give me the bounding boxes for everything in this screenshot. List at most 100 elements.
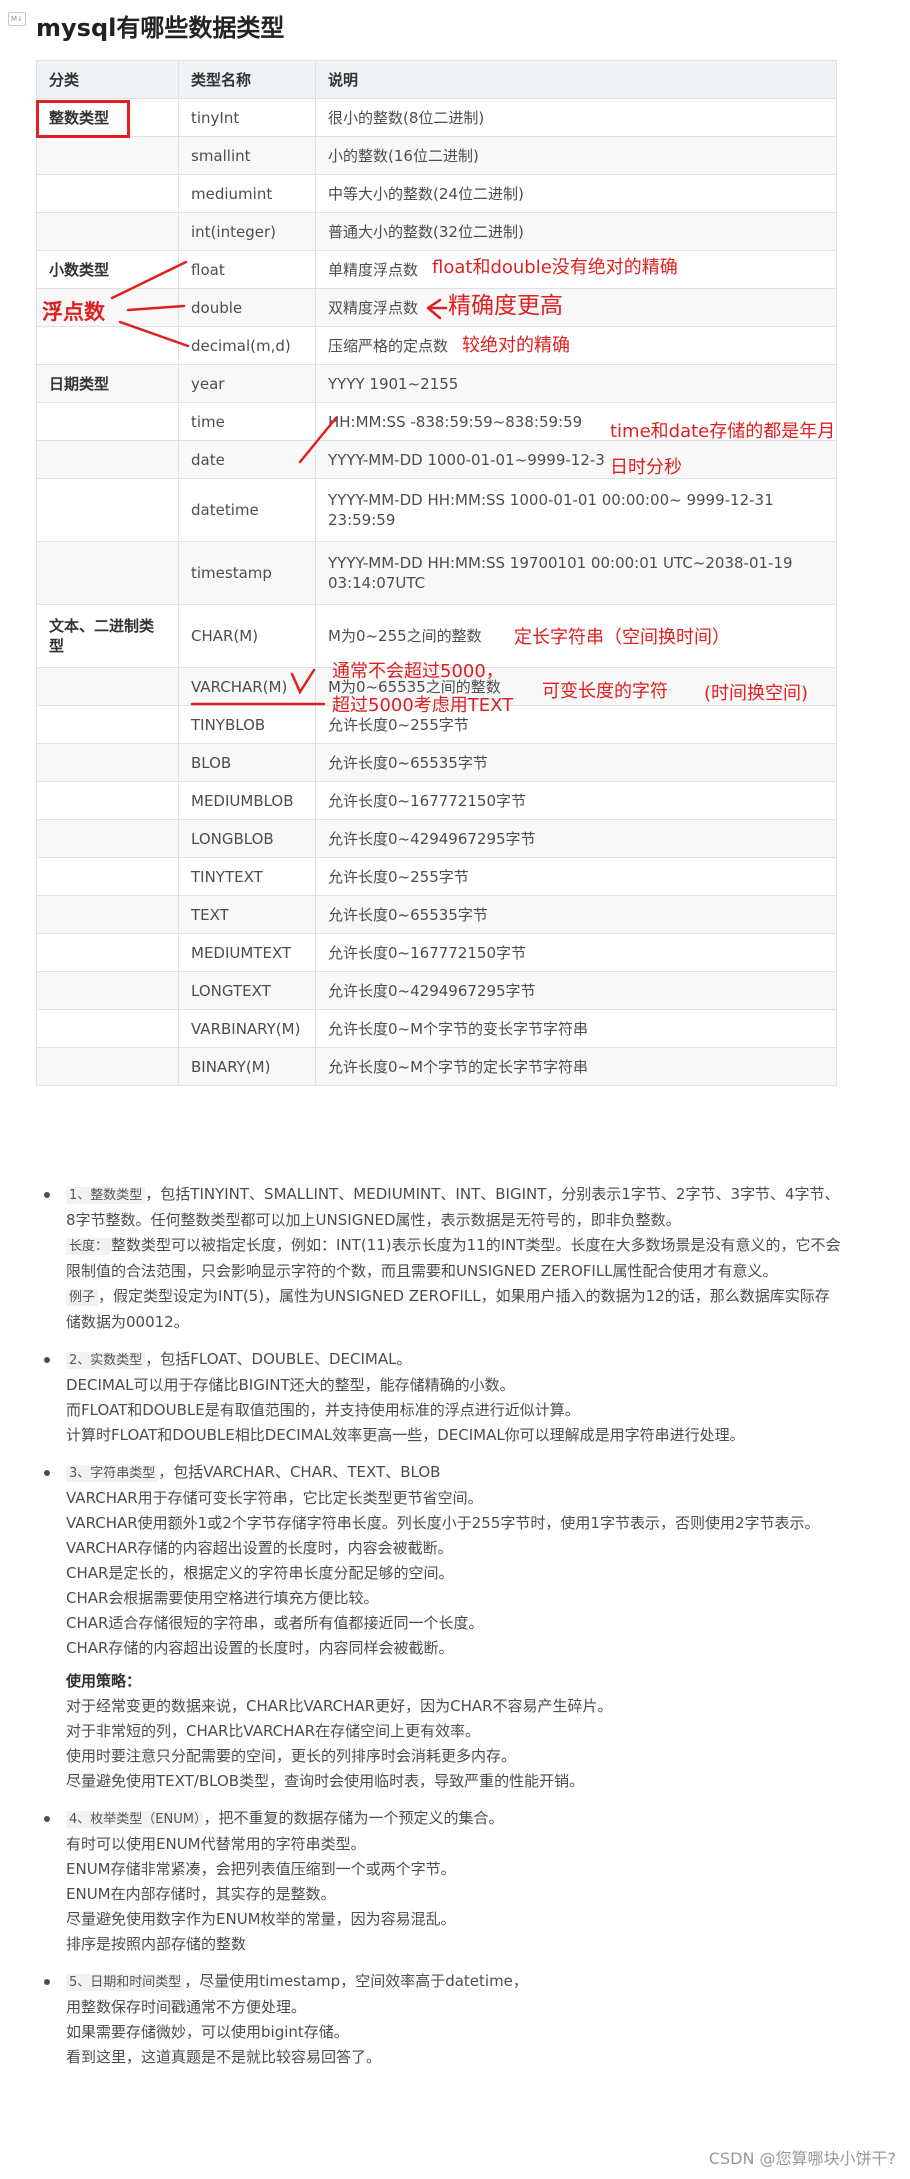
inline-code: 4、枚举类型（ENUM） bbox=[66, 1811, 204, 1828]
note-text: ，假定类型设定为INT(5)，属性为UNSIGNED ZEROFILL，如果用户… bbox=[66, 1287, 830, 1331]
row-type-name: VARBINARY(M) bbox=[178, 1009, 316, 1048]
row-category bbox=[36, 402, 179, 441]
inline-code: 5、日期和时间类型 bbox=[66, 1974, 185, 1991]
annotation-time-date-line1: time和date存储的都是年月 bbox=[610, 421, 836, 442]
annotation-float-double: float和double没有绝对的精确 bbox=[432, 257, 678, 278]
note-line: CHAR会根据需要使用空格进行填充方便比较。 bbox=[66, 1589, 379, 1607]
row-description: 允许长度0~167772150字节 bbox=[315, 933, 837, 972]
table-row: double 双精度浮点数 bbox=[36, 288, 837, 327]
row-description: 允许长度0~M个字节的定长字节字符串 bbox=[315, 1047, 837, 1086]
annotation-float-label: 浮点数 bbox=[42, 300, 105, 324]
note-text: ，尽量使用timestamp，空间效率高于datetime， bbox=[184, 1972, 528, 1990]
row-description: 压缩严格的定点数 bbox=[315, 326, 837, 365]
list-item: 2、实数类型 ，包括FLOAT、DOUBLE、DECIMAL。 DECIMAL可以… bbox=[44, 1347, 842, 1448]
row-type-name: tinyInt bbox=[178, 98, 316, 137]
list-item: 3、字符串类型 ，包括VARCHAR、CHAR、TEXT、BLOB VARCHAR… bbox=[44, 1460, 842, 1794]
annotation-time-date-line2: 日时分秒 bbox=[610, 457, 682, 478]
row-description: 允许长度0~M个字节的变长字节字符串 bbox=[315, 1009, 837, 1048]
table-row: BLOB 允许长度0~65535字节 bbox=[36, 743, 837, 782]
row-type-name: year bbox=[178, 364, 316, 403]
annotation-varchar-time-space: (时间换空间) bbox=[704, 683, 809, 704]
note-text: ，包括TINYINT、SMALLINT、MEDIUMINT、INT、BIGINT… bbox=[66, 1185, 840, 1229]
list-item: 1、整数类型 ，包括TINYINT、SMALLINT、MEDIUMINT、INT、… bbox=[44, 1182, 842, 1335]
row-category bbox=[36, 1009, 179, 1048]
row-category bbox=[36, 971, 179, 1010]
row-type-name: MEDIUMBLOB bbox=[178, 781, 316, 820]
row-description: 双精度浮点数 bbox=[315, 288, 837, 327]
table-header-row: 分类 类型名称 说明 bbox=[36, 60, 837, 99]
table-row: BINARY(M) 允许长度0~M个字节的定长字节字符串 bbox=[36, 1047, 837, 1086]
row-category bbox=[36, 819, 179, 858]
note-line: 排序是按照内部存储的整数 bbox=[66, 1935, 247, 1953]
note-line: 使用时要注意只分配需要的空间，更长的列排序时会消耗更多内存。 bbox=[66, 1747, 517, 1765]
markdown-icon: M↓ bbox=[8, 12, 26, 26]
data-types-table: 分类 类型名称 说明 整数类型 tinyInt 很小的整数(8位二进制) small… bbox=[36, 60, 837, 1086]
row-description: 允许长度0~255字节 bbox=[315, 857, 837, 896]
row-type-name: TEXT bbox=[178, 895, 316, 934]
row-category bbox=[36, 1047, 179, 1086]
row-type-name: MEDIUMTEXT bbox=[178, 933, 316, 972]
table-row: LONGTEXT 允许长度0~4294967295字节 bbox=[36, 971, 837, 1010]
note-line: 用整数保存时间戳通常不方便处理。 bbox=[66, 1998, 307, 2016]
table-row: MEDIUMBLOB 允许长度0~167772150字节 bbox=[36, 781, 837, 820]
row-category bbox=[36, 743, 179, 782]
note-line: 计算时FLOAT和DOUBLE相比DECIMAL效率更高一些，DECIMAL你可… bbox=[66, 1426, 745, 1444]
row-description: 很小的整数(8位二进制) bbox=[315, 98, 837, 137]
note-line: CHAR是定长的，根据定义的字符串长度分配足够的空间。 bbox=[66, 1564, 454, 1582]
row-type-name: datetime bbox=[178, 478, 316, 542]
note-text: ，包括FLOAT、DOUBLE、DECIMAL。 bbox=[145, 1350, 412, 1368]
note-line: 对于经常变更的数据来说，CHAR比VARCHAR更好，因为CHAR不容易产生碎片… bbox=[66, 1697, 613, 1715]
row-category bbox=[36, 781, 179, 820]
row-category: 小数类型 bbox=[36, 250, 179, 289]
table-row: TEXT 允许长度0~65535字节 bbox=[36, 895, 837, 934]
row-description: YYYY-MM-DD HH:MM:SS 1000-01-01 00:00:00~… bbox=[315, 478, 837, 542]
row-description: 允许长度0~4294967295字节 bbox=[315, 971, 837, 1010]
note-line: CHAR存储的内容超出设置的长度时，内容同样会被截断。 bbox=[66, 1639, 454, 1657]
integer-type-highlight-box bbox=[36, 100, 130, 138]
row-category bbox=[36, 212, 179, 251]
note-line: VARCHAR存储的内容超出设置的长度时，内容会被截断。 bbox=[66, 1539, 453, 1557]
row-type-name: TINYTEXT bbox=[178, 857, 316, 896]
table-row: date YYYY-MM-DD 1000-01-01~9999-12-3 bbox=[36, 440, 837, 479]
note-line: 而FLOAT和DOUBLE是有取值范围的，并支持使用标准的浮点进行近似计算。 bbox=[66, 1401, 580, 1419]
page-title: mysql有哪些数据类型 bbox=[36, 14, 285, 42]
row-type-name: decimal(m,d) bbox=[178, 326, 316, 365]
note-line: VARCHAR使用额外1或2个字节存储字符串长度。列长度小于255字节时，使用1… bbox=[66, 1514, 820, 1532]
row-description: 中等大小的整数(24位二进制) bbox=[315, 174, 837, 213]
row-description: 普通大小的整数(32位二进制) bbox=[315, 212, 837, 251]
note-line: 尽量避免使用数字作为ENUM枚举的常量，因为容易混乱。 bbox=[66, 1910, 456, 1928]
row-description: 允许长度0~65535字节 bbox=[315, 895, 837, 934]
row-type-name: BINARY(M) bbox=[178, 1047, 316, 1086]
header-type-name: 类型名称 bbox=[178, 60, 316, 99]
note-text: 整数类型可以被指定长度，例如：INT(11)表示长度为11的INT类型。长度在大… bbox=[66, 1236, 841, 1280]
row-type-name: float bbox=[178, 250, 316, 289]
row-description: YYYY 1901~2155 bbox=[315, 364, 837, 403]
row-type-name: LONGTEXT bbox=[178, 971, 316, 1010]
table-row: timestamp YYYY-MM-DD HH:MM:SS 19700101 00… bbox=[36, 541, 837, 605]
bullet-icon bbox=[44, 1816, 50, 1822]
bullet-icon bbox=[44, 1979, 50, 1985]
list-item: 4、枚举类型（ENUM） ，把不重复的数据存储为一个预定义的集合。 有时可以使用E… bbox=[44, 1806, 842, 1957]
row-description: YYYY-MM-DD HH:MM:SS 19700101 00:00:01 UT… bbox=[315, 541, 837, 605]
note-line: 看到这里，这道真题是不是就比较容易回答了。 bbox=[66, 2048, 382, 2066]
annotation-varchar-line1: 通常不会超过5000， bbox=[332, 661, 504, 682]
row-description: 允许长度0~167772150字节 bbox=[315, 781, 837, 820]
annotation-char-fixed: 定长字符串（空间换时间） bbox=[514, 627, 730, 648]
inline-code: 长度： bbox=[66, 1238, 112, 1255]
row-type-name: LONGBLOB bbox=[178, 819, 316, 858]
row-type-name: CHAR(M) bbox=[178, 604, 316, 668]
row-category bbox=[36, 667, 179, 706]
table-row: MEDIUMTEXT 允许长度0~167772150字节 bbox=[36, 933, 837, 972]
bullet-icon bbox=[44, 1470, 50, 1476]
note-text: ，把不重复的数据存储为一个预定义的集合。 bbox=[203, 1809, 504, 1827]
row-category bbox=[36, 136, 179, 175]
notes-list: 1、整数类型 ，包括TINYINT、SMALLINT、MEDIUMINT、INT、… bbox=[44, 1182, 842, 2082]
inline-code: 例子 bbox=[66, 1289, 99, 1306]
row-category bbox=[36, 895, 179, 934]
note-line: 对于非常短的列，CHAR比VARCHAR在存储空间上更有效率。 bbox=[66, 1722, 481, 1740]
row-type-name: VARCHAR(M) bbox=[178, 667, 316, 706]
note-line: ENUM存储非常紧凑，会把列表值压缩到一个或两个字节。 bbox=[66, 1860, 456, 1878]
note-line: DECIMAL可以用于存储比BIGINT还大的整型，能存储精确的小数。 bbox=[66, 1376, 515, 1394]
row-category bbox=[36, 933, 179, 972]
annotation-decimal-exact: 较绝对的精确 bbox=[462, 335, 570, 356]
